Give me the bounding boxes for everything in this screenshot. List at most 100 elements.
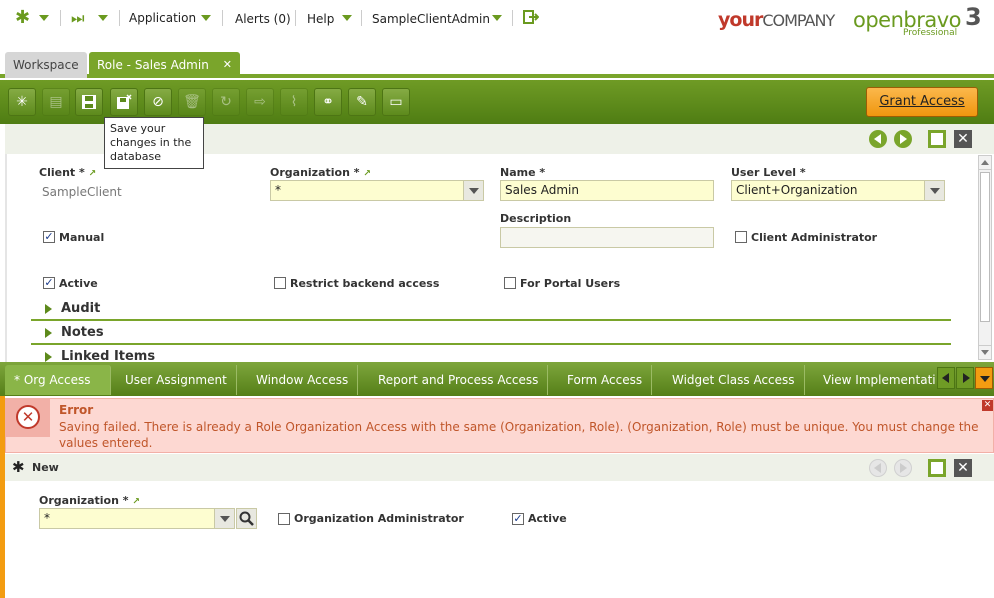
restrict-backend-label: Restrict backend access [290, 277, 440, 290]
portal-users-checkbox[interactable] [504, 277, 516, 289]
save-and-close-button[interactable] [110, 88, 138, 116]
tab-view-implementation[interactable]: View Implementati [814, 365, 936, 395]
description-input[interactable] [500, 227, 714, 248]
scroll-up-icon[interactable] [979, 156, 991, 170]
tab-org-access[interactable]: * Org Access [5, 365, 111, 395]
help-menu[interactable]: Help [307, 12, 334, 26]
previous-record-icon[interactable] [869, 130, 887, 148]
user-level-select[interactable]: Client+Organization [731, 180, 945, 201]
scroll-tabs-left-icon[interactable] [937, 367, 955, 389]
refresh-button[interactable]: ↻ [212, 88, 240, 116]
divider [361, 10, 362, 26]
tab-workspace[interactable]: Workspace [5, 52, 87, 78]
link-arrow-icon[interactable]: ↗ [363, 169, 371, 179]
quick-create-dropdown-icon[interactable] [98, 15, 108, 21]
child-form-header [5, 454, 994, 481]
tab-widget-class-access[interactable]: Widget Class Access [663, 365, 805, 395]
active-checkbox[interactable]: ✓ [43, 277, 55, 289]
divider [295, 10, 296, 26]
grant-access-label: Grant Access [879, 94, 965, 109]
error-icon: ✕ [6, 399, 50, 437]
link-button[interactable]: ⚭ [314, 88, 342, 116]
save-button[interactable] [75, 88, 103, 116]
application-menu[interactable]: Application [129, 11, 196, 25]
close-error-icon[interactable]: ✕ [982, 400, 993, 411]
organization-label: Organization * ↗ [270, 166, 371, 179]
active-label: Active [59, 277, 98, 290]
tab-user-assignment[interactable]: User Assignment [116, 365, 237, 395]
child-tab-bar: * Org Access User Assignment Window Acce… [0, 362, 994, 396]
child-organization-label: Organization * ↗ [39, 494, 140, 507]
link-arrow-icon[interactable]: ↗ [89, 169, 97, 179]
chevron-down-icon[interactable] [214, 509, 234, 528]
top-navigation: ✱ ⏭ Application Alerts (0) Help SampleCl… [0, 0, 994, 46]
close-form-icon[interactable]: ✕ [954, 130, 972, 148]
section-notes[interactable]: Notes [31, 323, 951, 345]
section-linked-items[interactable]: Linked Items [31, 347, 951, 362]
divider [119, 10, 120, 26]
form-scrollbar[interactable] [978, 155, 992, 360]
client-value: SampleClient [42, 185, 122, 199]
window-tab-bar: Workspace Role - Sales Admin ✕ [0, 50, 994, 78]
application-dropdown-icon[interactable] [201, 15, 211, 21]
manual-checkbox[interactable]: ✓ [43, 231, 55, 243]
section-audit[interactable]: Audit [31, 299, 951, 321]
tools-button[interactable]: ✎ [348, 88, 376, 116]
maximize-icon[interactable] [928, 459, 946, 477]
link-arrow-icon[interactable]: ↗ [132, 497, 140, 507]
expand-icon [45, 328, 52, 338]
quick-launch-dropdown-icon[interactable] [39, 15, 49, 21]
company-logo-company: COMPANY [762, 11, 835, 30]
divider [512, 10, 513, 26]
company-logo: yourCOMPANY [718, 9, 835, 31]
expand-icon [45, 304, 52, 314]
close-tab-icon[interactable]: ✕ [223, 52, 232, 78]
client-label: Client * ↗ [39, 166, 97, 179]
tab-window-access[interactable]: Window Access [247, 365, 359, 395]
child-organization-select[interactable]: * [39, 508, 235, 529]
name-label: Name * [500, 166, 546, 179]
close-form-icon[interactable]: ✕ [954, 459, 972, 477]
organization-select[interactable]: * [270, 180, 484, 201]
name-input[interactable]: Sales Admin [500, 180, 714, 201]
undo-button[interactable]: ⊘ [144, 88, 172, 116]
description-label: Description [500, 212, 572, 225]
maximize-icon[interactable] [928, 130, 946, 148]
user-dropdown-icon[interactable] [492, 15, 502, 21]
quick-create-icon[interactable]: ⏭ [71, 10, 85, 26]
quick-launch-icon[interactable]: ✱ [15, 9, 33, 27]
tab-role-sales-admin[interactable]: Role - Sales Admin ✕ [89, 52, 240, 78]
logout-icon[interactable] [523, 10, 540, 24]
previous-record-icon[interactable] [869, 459, 887, 477]
scroll-thumb[interactable] [980, 172, 990, 322]
tab-form-access[interactable]: Form Access [558, 365, 653, 395]
help-dropdown-icon[interactable] [342, 15, 352, 21]
tabs-menu-icon[interactable] [975, 367, 993, 389]
restrict-backend-checkbox[interactable] [274, 277, 286, 289]
next-record-icon[interactable] [894, 130, 912, 148]
child-active-label: Active [528, 512, 567, 525]
attachment-button[interactable]: ⌇ [280, 88, 308, 116]
new-row-button[interactable]: ▤ [42, 88, 70, 116]
chevron-down-icon[interactable] [463, 181, 483, 200]
organization-administrator-checkbox[interactable] [278, 513, 290, 525]
alerts-link[interactable]: Alerts (0) [235, 12, 291, 26]
next-record-icon[interactable] [894, 459, 912, 477]
child-active-checkbox[interactable]: ✓ [512, 513, 524, 525]
scroll-down-icon[interactable] [979, 345, 991, 359]
new-document-button[interactable]: ✳ [8, 88, 36, 116]
client-administrator-checkbox[interactable] [735, 231, 747, 243]
tab-title: Role - Sales Admin [97, 58, 209, 72]
scroll-tabs-right-icon[interactable] [956, 367, 974, 389]
user-profile-menu[interactable]: SampleClientAdmin [372, 12, 490, 26]
tooltip-text: Save your changes in the database [110, 122, 192, 163]
tab-report-process-access[interactable]: Report and Process Access [369, 365, 549, 395]
record-status: New [32, 461, 59, 474]
view-toggle-button[interactable]: ▭ [382, 88, 410, 116]
grant-access-button[interactable]: Grant Access [866, 87, 978, 117]
error-message: ✕ Error Saving failed. There is already … [5, 398, 994, 453]
delete-button[interactable]: 🗑 [178, 88, 206, 116]
export-button[interactable]: ⇨ [246, 88, 274, 116]
search-icon[interactable] [236, 508, 257, 529]
chevron-down-icon[interactable] [924, 181, 944, 200]
